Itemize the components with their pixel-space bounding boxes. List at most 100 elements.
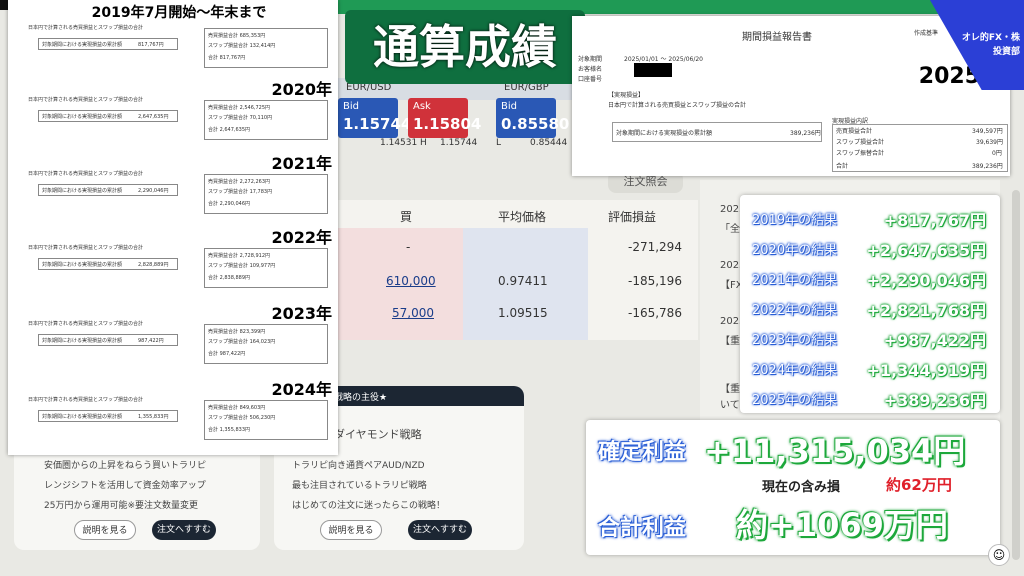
order-button[interactable]: 注文へすすむ bbox=[408, 520, 472, 540]
positions-table: 買 平均価格 評価損益 - -271,294 610,000 0.97411 -… bbox=[338, 200, 698, 340]
detail-button[interactable]: 説明を見る bbox=[74, 520, 136, 540]
low-suffix: H bbox=[420, 138, 427, 148]
row1-buy: - bbox=[406, 240, 411, 254]
ask-quote-eurusd[interactable]: Ask 1.15804 bbox=[408, 98, 482, 138]
breakdown-item: スワップ損益合計 132,414円 bbox=[208, 43, 276, 49]
total-row-value: 2,828,889円 bbox=[138, 262, 169, 268]
header-avg: 平均価格 bbox=[498, 210, 547, 224]
breakdown-item: 合計 817,767円 bbox=[208, 55, 246, 61]
section-year: 2021年 bbox=[271, 154, 332, 173]
yearly-results-panel: 2019年の結果 +817,767円 2020年の結果 +2,647,635円 2021… bbox=[740, 195, 1000, 413]
account-label: 口座番号 bbox=[578, 76, 603, 83]
breakdown-value: 389,236円 bbox=[972, 163, 1003, 170]
total-row-value: 2,647,635円 bbox=[138, 114, 169, 120]
breakdown-item: 合計 2,838,889円 bbox=[208, 275, 251, 281]
result-value: +2,821,768円 bbox=[866, 301, 987, 320]
paper-top-title: 2019年7月開始〜年末まで bbox=[91, 5, 267, 21]
bid-price: 0.85580 bbox=[501, 115, 570, 133]
breakdown-item: 売買損益合計 2,728,912円 bbox=[208, 253, 271, 259]
section-year: 2023年 bbox=[271, 304, 332, 323]
total-label: 合計利益 bbox=[598, 516, 687, 541]
badge-line-1: オレ的FX・株 bbox=[961, 33, 1020, 43]
breakdown-item: スワップ損益合計 17,783円 bbox=[208, 189, 273, 195]
breakdown-item: 合計 1,355,833円 bbox=[208, 427, 251, 433]
section-year: 2024年 bbox=[271, 380, 332, 399]
breakdown-item: スワップ損益合計 109,977円 bbox=[208, 263, 276, 269]
news-title[interactable]: 「全 bbox=[720, 220, 740, 235]
result-value: +987,422円 bbox=[883, 331, 986, 350]
result-year-label: 2020年の結果 bbox=[752, 243, 838, 258]
result-row: 2025年の結果 +389,236円 bbox=[740, 383, 1000, 411]
low-value: 1.14531 bbox=[380, 138, 418, 148]
title-text: 通算成績 bbox=[373, 20, 557, 74]
breakdown-item: 売買損益合計 2,546,725円 bbox=[208, 105, 271, 111]
section-heading: 日本円で計算される売買損益とスワップ損益の合計 bbox=[28, 97, 144, 103]
section-heading: 日本円で計算される売買損益とスワップ損益の合計 bbox=[28, 321, 144, 327]
total-row-value: 2,290,046円 bbox=[138, 188, 169, 194]
bid-price: 1.15744 bbox=[343, 115, 412, 133]
result-year-label: 2019年の結果 bbox=[752, 213, 838, 228]
breakdown-value: 39,639円 bbox=[976, 139, 1003, 146]
breakdown-item: スワップ損益合計 70,110円 bbox=[208, 115, 273, 121]
result-value: +817,767円 bbox=[883, 211, 986, 230]
feature-item: はじめての注文に迷ったらこの戦略！ bbox=[292, 501, 446, 511]
feature-item: 最も注目されているトラリピ戦略 bbox=[292, 481, 427, 491]
row2-pl: -185,196 bbox=[628, 274, 682, 288]
section-title: 【実現損益】 bbox=[608, 92, 645, 99]
scrollbar[interactable] bbox=[1012, 190, 1020, 560]
section-heading: 日本円で計算される売買損益とスワップ損益の合計 bbox=[28, 25, 144, 31]
row1-pl: -271,294 bbox=[628, 240, 682, 254]
result-year-label: 2021年の結果 bbox=[752, 273, 838, 288]
low-value-eurgbp: 0.85444 bbox=[530, 138, 568, 148]
row3-pl: -165,786 bbox=[628, 306, 682, 320]
total-row-label: 対象期間における実現損益の累計額 bbox=[42, 42, 123, 48]
news-title[interactable]: いて bbox=[720, 396, 740, 411]
feature-item: トラリピ向き通貨ペアAUD/NZD bbox=[292, 461, 425, 471]
mascot-icon: ☺ bbox=[988, 544, 1010, 566]
section-year: 2022年 bbox=[271, 228, 332, 247]
row3-buy-link[interactable]: 57,000 bbox=[392, 306, 434, 320]
breakdown-value: 0円 bbox=[992, 150, 1002, 157]
breakdown-item: 合計 2,647,635円 bbox=[208, 127, 251, 133]
total-value: 約+1069万円 bbox=[736, 506, 948, 544]
bid-quote-eurgbp[interactable]: Bid 0.85580 bbox=[496, 98, 570, 138]
result-value: +2,647,635円 bbox=[866, 241, 987, 260]
result-row: 2022年の結果 +2,821,768円 bbox=[740, 293, 1000, 321]
breakdown-item: 売買損益合計 2,272,263円 bbox=[208, 179, 271, 185]
result-value: +1,344,919円 bbox=[866, 361, 987, 380]
total-row-value: 389,236円 bbox=[790, 130, 821, 137]
redacted-block bbox=[634, 63, 672, 77]
report-2025-paper: 期間損益報告書 作成基準 対象期間 2025/01/01 〜 2025/06/2… bbox=[572, 16, 1010, 176]
overlay-title: 通算成績 bbox=[345, 10, 585, 84]
unrealized-value: 約62万円 bbox=[886, 476, 952, 494]
result-year-label: 2022年の結果 bbox=[752, 303, 838, 318]
order-button[interactable]: 注文へすすむ bbox=[152, 520, 216, 540]
period-label: 対象期間 bbox=[578, 56, 603, 63]
unrealized-label: 現在の含み損 bbox=[762, 480, 841, 495]
section-heading: 日本円で計算される売買損益とスワップ損益の合計 bbox=[608, 102, 747, 109]
news-title[interactable]: 【重 bbox=[720, 380, 740, 395]
news-title[interactable]: 【重 bbox=[720, 332, 740, 347]
section-heading: 日本円で計算される売買損益とスワップ損益の合計 bbox=[28, 171, 144, 177]
report-creator: 作成基準 bbox=[914, 30, 939, 37]
feature-item: レンジシフトを活用して資金効率アップ bbox=[44, 481, 206, 491]
total-row-value: 987,422円 bbox=[138, 338, 164, 344]
confirmed-value: +11,315,034円 bbox=[704, 432, 966, 470]
confirmed-label: 確定利益 bbox=[598, 440, 687, 465]
detail-button[interactable]: 説明を見る bbox=[320, 520, 382, 540]
row3-avg: 1.09515 bbox=[498, 306, 548, 320]
low-prefix: L bbox=[496, 138, 502, 148]
total-row-label: 対象期間における実現損益の累計額 bbox=[42, 188, 123, 194]
bid-quote-eurusd[interactable]: Bid 1.15744 bbox=[338, 98, 412, 138]
ask-price: 1.15804 bbox=[413, 115, 482, 133]
header-buy: 買 bbox=[400, 210, 413, 224]
result-row: 2021年の結果 +2,290,046円 bbox=[740, 263, 1000, 291]
breakdown-label: 合計 bbox=[836, 163, 849, 170]
row2-buy-link[interactable]: 610,000 bbox=[386, 274, 436, 288]
total-row-label: 対象期間における実現損益の累計額 bbox=[42, 338, 123, 344]
section-heading: 日本円で計算される売買損益とスワップ損益の合計 bbox=[28, 397, 144, 403]
breakdown-item: 売買損益合計 849,603円 bbox=[208, 405, 266, 411]
breakdown-item: スワップ損益合計 164,023円 bbox=[208, 339, 276, 345]
name-label: お客様名 bbox=[578, 66, 603, 73]
feature-item: 25万円から運用可能※要注文数量変更 bbox=[44, 501, 198, 511]
